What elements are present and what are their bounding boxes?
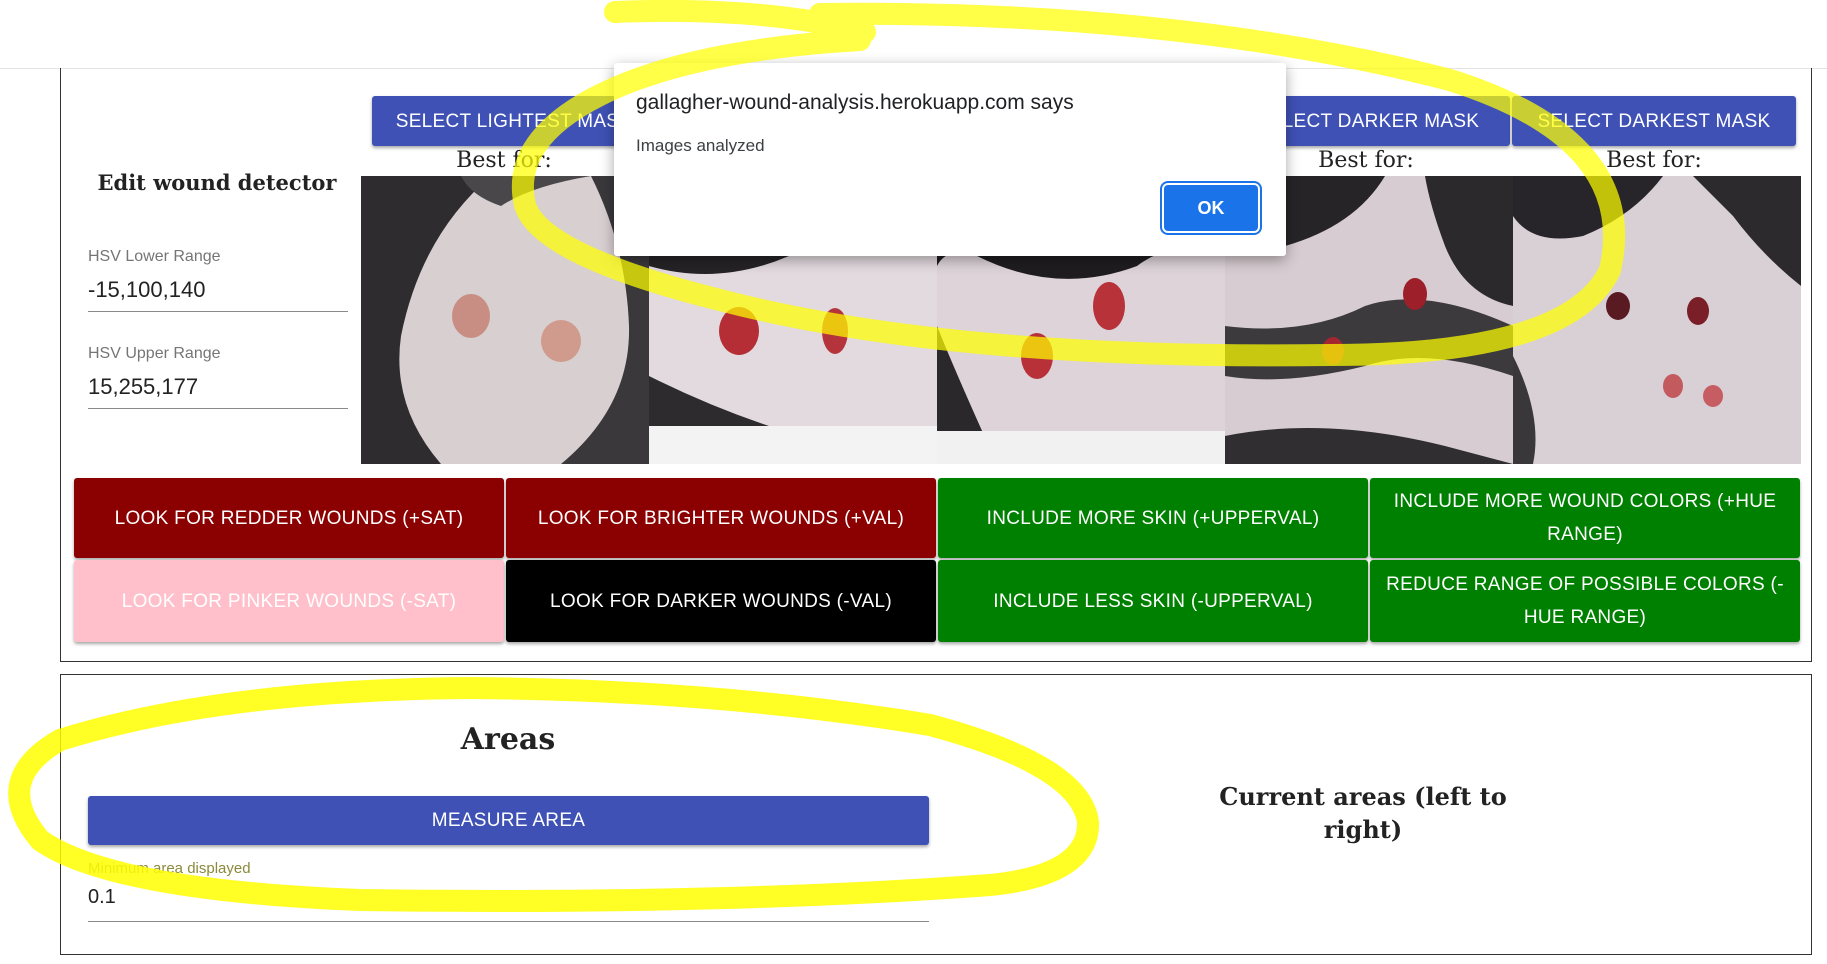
best-for-label-5: Best for: <box>1606 148 1702 173</box>
dialog-ok-button[interactable]: OK <box>1164 185 1258 231</box>
wound-image-lightest[interactable] <box>361 176 649 464</box>
hsv-lower-label: HSV Lower Range <box>88 248 221 265</box>
hsv-lower-underline <box>88 311 348 312</box>
more-wound-colors-button[interactable]: INCLUDE MORE WOUND COLORS (+HUE RANGE) <box>1370 478 1800 558</box>
redder-wounds-button[interactable]: LOOK FOR REDDER WOUNDS (+SAT) <box>74 478 504 558</box>
edit-wound-detector-title: Edit wound detector <box>97 170 337 195</box>
min-area-underline <box>88 921 929 922</box>
min-area-input[interactable]: 0.1 <box>88 886 116 909</box>
hsv-upper-input[interactable]: 15,255,177 <box>88 374 198 400</box>
dialog-message: Images analyzed <box>636 136 765 155</box>
dialog-origin-text: gallagher-wound-analysis.herokuapp.com s… <box>636 91 1074 114</box>
current-areas-title: Current areas (left to right) <box>1219 782 1507 844</box>
reduce-colors-button[interactable]: REDUCE RANGE OF POSSIBLE COLORS (-HUE RA… <box>1370 560 1800 642</box>
more-skin-button[interactable]: INCLUDE MORE SKIN (+UPPERVAL) <box>938 478 1368 558</box>
best-for-label-1: Best for: <box>456 148 552 173</box>
wound-image-darkest[interactable] <box>1513 176 1801 464</box>
hsv-upper-underline <box>88 408 348 409</box>
less-skin-button[interactable]: INCLUDE LESS SKIN (-UPPERVAL) <box>938 560 1368 642</box>
hsv-lower-input[interactable]: -15,100,140 <box>88 277 205 303</box>
alert-dialog: gallagher-wound-analysis.herokuapp.com s… <box>614 63 1286 256</box>
darker-wounds-button[interactable]: LOOK FOR DARKER WOUNDS (-VAL) <box>506 560 936 642</box>
select-darkest-mask-button[interactable]: SELECT DARKEST MASK <box>1512 96 1796 146</box>
min-area-label: Minimum area displayed <box>88 860 251 877</box>
hsv-upper-label: HSV Upper Range <box>88 345 221 362</box>
pinker-wounds-button[interactable]: LOOK FOR PINKER WOUNDS (-SAT) <box>74 560 504 642</box>
areas-title: Areas <box>460 722 556 757</box>
brighter-wounds-button[interactable]: LOOK FOR BRIGHTER WOUNDS (+VAL) <box>506 478 936 558</box>
measure-area-button[interactable]: MEASURE AREA <box>88 796 929 845</box>
